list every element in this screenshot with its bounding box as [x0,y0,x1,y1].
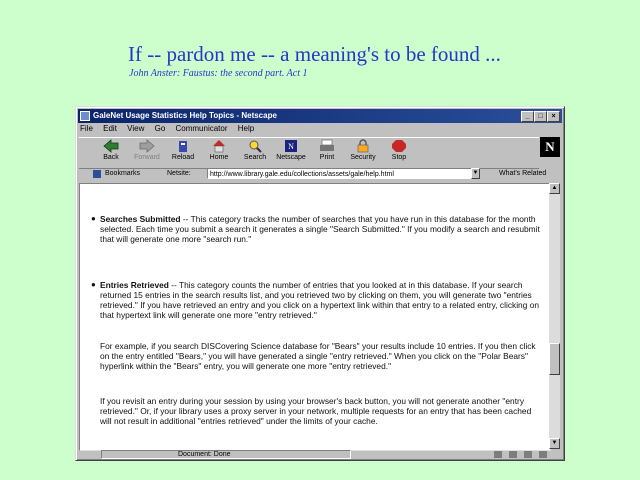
page-content: ● Searches Submitted -- This category tr… [79,183,551,451]
netscape-button[interactable]: N Netscape [273,139,309,161]
reload-label: Reload [171,154,195,161]
scroll-thumb[interactable] [549,343,560,375]
reload-icon [179,141,187,152]
netscape-icon: N [285,140,297,152]
bullet-icon: ● [91,280,96,289]
entry-term: Entries Retrieved [100,280,169,290]
slide-title: If -- pardon me -- a meaning's to be fou… [128,42,501,66]
search-icon [249,140,262,153]
netscape-app-icon [80,111,90,121]
netscape-browser-window: GaleNet Usage Statistics Help Topics - N… [75,106,565,461]
forward-button[interactable]: Forward [129,139,165,161]
vertical-scrollbar[interactable]: ▲ ▼ [549,183,560,449]
netscape-label: Netscape [276,154,306,161]
location-label: Netsite: [167,170,191,177]
back-label: Back [103,154,119,161]
menu-communicator[interactable]: Communicator [176,124,228,133]
maximize-button[interactable]: □ [534,111,547,122]
stop-label: Stop [391,154,407,161]
entry-term: Searches Submitted [100,214,181,224]
bookmarks-button[interactable]: Bookmarks [105,167,140,181]
menu-go[interactable]: Go [155,124,166,133]
url-dropdown-button[interactable]: ▼ [471,168,480,179]
stop-button[interactable]: Stop [381,139,417,161]
menu-edit[interactable]: Edit [103,124,117,133]
home-button[interactable]: Home [201,139,237,161]
navigation-toolbar: Back Forward Reload Home Search N Netsca… [79,137,539,169]
mail-status-icon[interactable] [524,451,533,458]
print-button[interactable]: Print [309,139,345,161]
scroll-down-button[interactable]: ▼ [549,438,560,449]
menu-file[interactable]: File [80,124,93,133]
print-icon [320,139,334,151]
back-arrow-icon [103,139,119,153]
forward-label: Forward [134,154,160,161]
security-lock-icon [357,139,369,153]
reload-button[interactable]: Reload [165,139,201,161]
menu-bar: File Edit View Go Communicator Help [80,124,262,136]
status-bar: Document: Done [79,450,561,460]
netscape-logo: N [540,137,560,157]
slide-quote-attribution: John Anster: Faustus: the second part. A… [129,68,308,79]
home-icon [213,140,225,153]
window-titlebar[interactable]: GaleNet Usage Statistics Help Topics - N… [78,109,562,123]
location-bar: Bookmarks Netsite: http://www.library.ga… [79,167,561,181]
search-button[interactable]: Search [237,139,273,161]
window-title: GaleNet Usage Statistics Help Topics - N… [93,111,277,120]
print-label: Print [319,154,335,161]
bullet-icon: ● [91,214,96,223]
close-button[interactable]: × [547,111,560,122]
security-status-icon[interactable] [494,451,503,458]
entry-entries-retrieved: ● Entries Retrieved -- This category cou… [91,280,540,320]
minimize-button[interactable]: _ [521,111,534,122]
scroll-up-button[interactable]: ▲ [549,183,560,194]
back-button[interactable]: Back [93,139,129,161]
example-text: For example, if you search DISCovering S… [100,341,536,371]
url-input[interactable]: http://www.library.gale.edu/collections/… [207,168,479,179]
revisit-text: If you revisit an entry during your sess… [100,396,532,426]
menu-view[interactable]: View [127,124,144,133]
security-button[interactable]: Security [345,139,381,161]
entry-paragraph: Entries Retrieved -- This category count… [100,280,540,320]
whats-related-button[interactable]: What's Related [499,167,546,181]
forward-arrow-icon [139,139,155,153]
status-icons [489,451,547,462]
entry-paragraph: Searches Submitted -- This category trac… [100,214,540,244]
svg-text:N: N [288,142,294,151]
revisit-paragraph: If you revisit an entry during your sess… [100,396,540,426]
home-label: Home [209,154,229,161]
search-label: Search [243,154,267,161]
security-label: Security [350,154,376,161]
component-bar-icon[interactable] [539,451,547,458]
entry-searches-submitted: ● Searches Submitted -- This category tr… [91,214,540,244]
stop-icon [392,140,406,152]
example-paragraph: For example, if you search DISCovering S… [100,341,540,371]
bookmarks-icon [93,170,101,178]
status-text: Document: Done [101,450,351,459]
menu-help[interactable]: Help [238,124,254,133]
network-status-icon [509,451,518,458]
